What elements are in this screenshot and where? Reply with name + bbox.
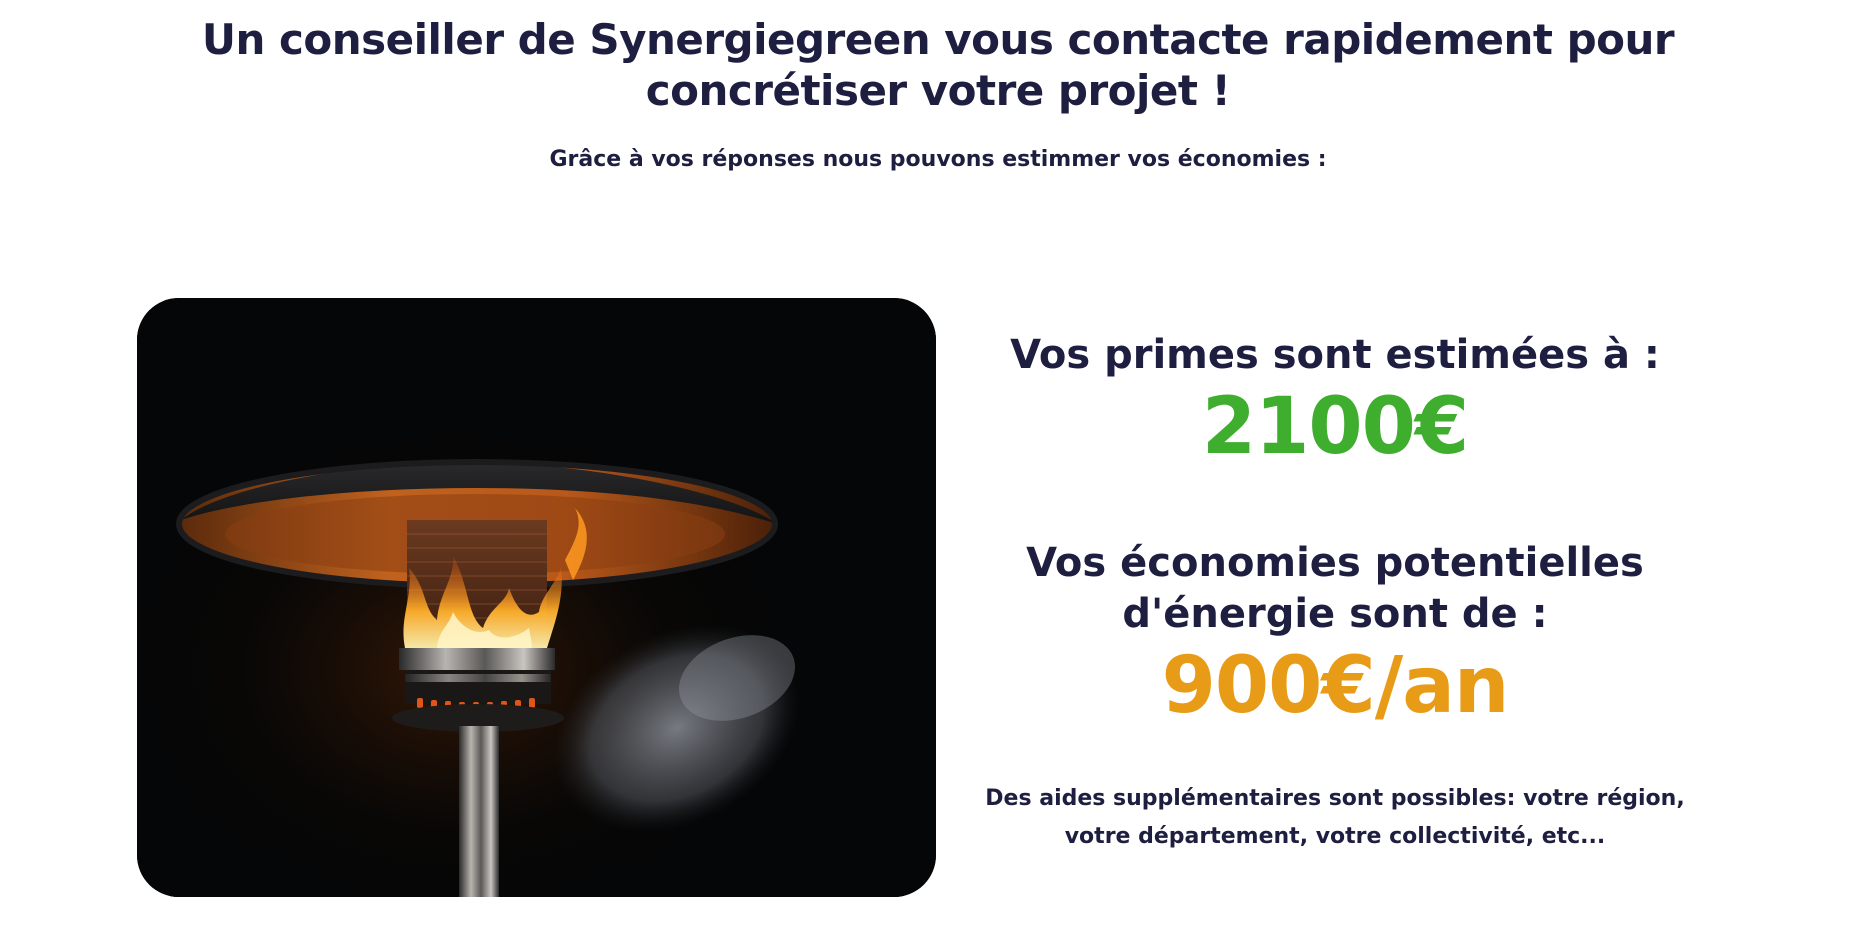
patio-heater-flame-icon [137,298,936,897]
page-subtitle: Grâce à vos réponses nous pouvons estimm… [549,147,1327,172]
economies-label: Vos économies potentielles d'énergie son… [1026,540,1644,637]
additional-aid-text: Des aides supplémentaires sont possibles… [985,786,1685,849]
patio-heater-photo [137,298,936,897]
primes-value: 2100€ [1201,382,1469,472]
primes-block: Vos primes sont estimées à : 2100€ [960,330,1710,473]
economies-value: 900€/an [1161,641,1510,731]
primes-label: Vos primes sont estimées à : [1010,332,1660,378]
economies-block: Vos économies potentielles d'énergie son… [960,538,1710,732]
page-title: Un conseiller de Synergiegreen vous cont… [201,15,1675,115]
